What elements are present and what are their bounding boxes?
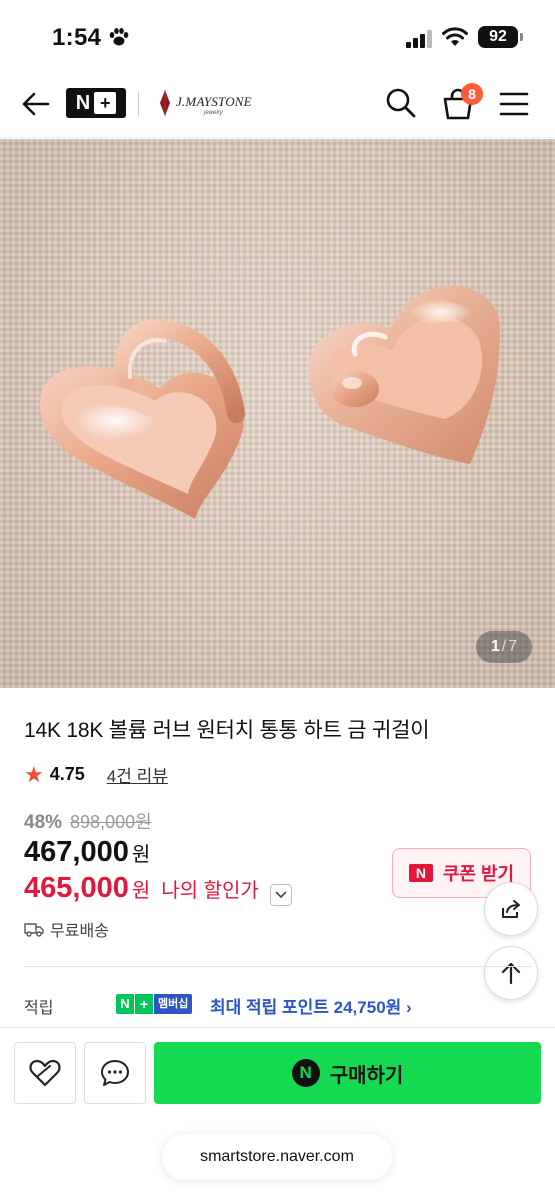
star-icon: ★ [24,761,44,787]
store-subtitle: jewelry [204,110,223,116]
paw-icon [109,28,129,46]
share-button[interactable] [484,882,538,936]
heart-earrings-image [40,285,500,519]
chat-bubble-icon [101,1060,129,1086]
image-total-count: 7 [508,638,518,655]
delivery-truck-icon [24,923,44,937]
rating-row: ★ 4.75 4건 리뷰 [24,762,168,787]
naver-plus-membership-badge: N + 멤버십 [116,993,193,1015]
hamburger-menu-icon[interactable] [498,89,530,119]
section-divider [24,966,531,967]
image-current-index: 1 [490,638,500,655]
sale-price: 467,000 원 [24,836,150,869]
browser-url-bar[interactable]: smartstore.naver.com [162,1134,392,1180]
shipping-label: 무료배송 [50,923,109,940]
discount-row: 48% 898,000원 [24,808,152,834]
naver-n-mark: N [75,91,91,114]
back-arrow-icon[interactable] [18,87,52,121]
battery-indicator: 92 [478,26,523,48]
points-label: 적립 [24,1000,54,1017]
wishlist-button[interactable] [14,1042,76,1104]
max-points-text: 최대 적립 포인트 24,750원 › [210,998,412,1017]
my-discount-price[interactable]: 465,000 원 나의 할인가 [24,872,292,906]
buy-now-button[interactable]: N 구매하기 [154,1042,541,1104]
discount-rate: 48% [24,812,63,833]
rating-score: 4.75 [49,764,85,784]
chevron-down-icon[interactable] [269,884,292,906]
cellular-signal-icon [406,30,432,48]
buy-now-label: 구매하기 [329,1064,404,1087]
review-count-link[interactable]: 4건 리뷰 [107,762,168,787]
my-price-label: 나의 할인가 [161,880,259,902]
cart-count-badge: 8 [461,83,483,105]
image-page-counter: 1 / 7 [476,631,532,663]
wifi-icon [442,27,468,46]
sale-price-unit: 원 [131,844,151,866]
share-icon [502,900,520,918]
points-row[interactable]: 적립 N + 멤버십 최대 적립 포인트 24,750원 › [24,992,531,1018]
nav-divider [138,92,139,116]
product-image[interactable]: 1 / 7 [0,139,555,688]
search-icon[interactable] [384,86,418,120]
clock: 1:54 [52,24,102,51]
naver-n-icon: N [408,864,433,882]
membership-n-mark: N [116,994,134,1014]
membership-label: 멤버십 [154,994,193,1014]
store-logo[interactable]: J.MAYSTONE jewelry [156,86,256,122]
original-price: 898,000원 [70,812,152,832]
image-counter-separator: / [501,638,507,655]
top-nav: N + J.MAYSTONE jewelry 8 [0,70,555,138]
arrow-up-icon [501,962,521,985]
product-title: 14K 18K 볼륨 러브 원터치 통통 하트 금 귀걸이 [24,719,430,742]
gem-logo-icon [160,90,170,116]
shipping-info: 무료배송 [24,917,109,941]
talk-talk-button[interactable] [84,1042,146,1104]
status-bar: 1:54 92 [0,0,555,70]
store-name: J.MAYSTONE [176,94,252,109]
naver-plus-store-logo[interactable]: N + [66,88,126,118]
my-price-value: 465,000 [24,872,129,904]
heart-icon [29,1059,61,1087]
naver-pay-icon: N [291,1059,320,1087]
sale-price-value: 467,000 [24,836,129,868]
plus-mark: + [94,92,117,114]
membership-plus-mark: + [135,994,153,1014]
my-price-unit: 원 [131,880,151,902]
